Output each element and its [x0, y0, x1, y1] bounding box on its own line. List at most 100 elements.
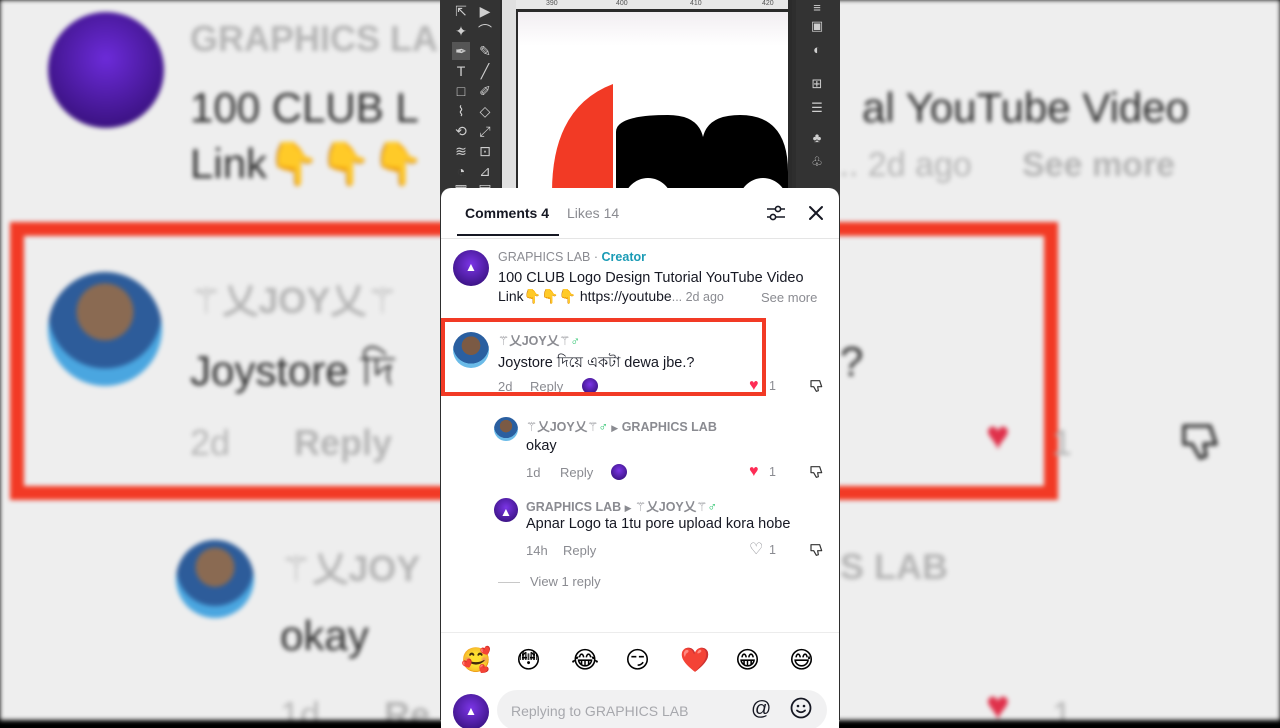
view-replies-label: View 1 reply	[530, 574, 601, 589]
bg-graphics-lab-2: S LAB	[840, 546, 948, 587]
reply-time: 1d	[526, 465, 541, 480]
filter-sliders-icon[interactable]	[764, 201, 788, 225]
emoji-picker-icon[interactable]	[789, 696, 813, 720]
creator-badge: Creator	[601, 250, 646, 264]
sheet-tabs: Comments 4 Likes 14	[441, 188, 839, 239]
male-sign-icon: ♂	[598, 420, 608, 434]
width-tool-icon[interactable]: ≋	[452, 142, 470, 160]
caption-url[interactable]: https://youtube	[580, 288, 672, 304]
creator-avatar[interactable]	[453, 250, 489, 286]
magic-wand-icon[interactable]: ✦	[452, 22, 470, 40]
scale-tool-icon[interactable]: ⤢	[476, 122, 494, 140]
reply-avatar[interactable]	[494, 498, 518, 522]
emoji-quick-bar: 🥰 😳 😂 😏 ❤️ 😁 😅	[441, 632, 839, 689]
bg-like-count: 1	[1052, 422, 1073, 463]
bg-joy-question: ?	[840, 338, 864, 385]
free-transform-icon[interactable]: ⊡	[476, 142, 494, 160]
reply-text: Apnar Logo ta 1tu pore upload kora hobe	[526, 516, 791, 532]
caption-author[interactable]: GRAPHICS LAB · Creator	[498, 250, 646, 264]
direct-selection-icon[interactable]: ▶	[476, 2, 494, 20]
bg-caption-left: 100 CLUB L	[190, 84, 419, 131]
bg-see-more: See more	[1022, 146, 1176, 184]
emoji-grin[interactable]: 😁	[735, 647, 760, 675]
menu-icon[interactable]: ≡	[808, 0, 826, 16]
shape-builder-icon[interactable]: ◔	[452, 162, 470, 180]
rotate-tool-icon[interactable]: ⟲	[452, 122, 470, 140]
like-count: 1	[769, 379, 776, 393]
pen-tool-icon[interactable]: ✒	[452, 42, 470, 60]
tab-comments[interactable]: Comments 4	[465, 205, 549, 221]
eraser-tool-icon[interactable]: ◇	[476, 102, 494, 120]
bg-caption-meta: ... 2d ago	[830, 146, 972, 184]
caption-line-2: Link👇👇👇 https://youtube... 2d ago	[498, 288, 724, 305]
caption-emojis: 👇👇👇	[523, 288, 576, 304]
brush-tool-icon[interactable]: ✐	[476, 82, 494, 100]
bg-joy-name-2: ⚚乂JOY	[280, 548, 421, 589]
my-avatar[interactable]	[453, 694, 489, 728]
dislike-icon[interactable]	[809, 464, 825, 480]
emoji-smiling-hearts[interactable]: 🥰	[461, 647, 491, 675]
perspective-icon[interactable]: ⊿	[476, 162, 494, 180]
pathfinder-icon[interactable]: ◐	[808, 42, 826, 58]
type-tool-icon[interactable]: T	[452, 62, 470, 80]
curvature-icon[interactable]: ✎	[476, 42, 494, 60]
ruler-mark: 410	[690, 0, 702, 7]
reply-to-name: ⚚乂JOY乂⚚	[635, 500, 708, 514]
bg-dislike-icon	[1182, 424, 1218, 460]
reply-author-name: ⚚乂JOY乂⚚	[526, 420, 599, 434]
close-icon[interactable]	[804, 201, 828, 225]
vertical-ruler	[502, 0, 516, 200]
emoji-red-heart[interactable]: ❤️	[680, 647, 710, 675]
reply-time: 14h	[526, 543, 548, 558]
tab-likes[interactable]: Likes 14	[567, 205, 619, 221]
bg-time-2: 1d	[280, 694, 321, 720]
selection-tool-icon[interactable]: ⇱	[452, 2, 470, 20]
brushes-icon[interactable]: ♣	[808, 130, 826, 146]
rectangle-tool-icon[interactable]: □	[452, 82, 470, 100]
artboard[interactable]	[518, 12, 788, 202]
lasso-icon[interactable]: ⌒	[476, 22, 494, 40]
symbols-icon[interactable]: ♧	[808, 154, 826, 170]
reply-avatar[interactable]	[494, 417, 518, 441]
reply-author[interactable]: ⚚乂JOY乂⚚♂ ▶ GRAPHICS LAB	[526, 416, 717, 435]
emoji-tears-of-joy[interactable]: 😂	[571, 647, 599, 675]
bg-caption-right: al YouTube Video	[862, 84, 1189, 131]
dislike-icon[interactable]	[809, 378, 825, 394]
comments-sheet: Comments 4 Likes 14 GRAPHICS LAB · Creat…	[441, 188, 839, 728]
caption-meta: ... 2d ago	[671, 290, 724, 304]
creator-liked-avatar	[611, 464, 627, 480]
reply-input[interactable]: Replying to GRAPHICS LAB @	[497, 690, 827, 728]
reply-button[interactable]: Reply	[563, 543, 596, 558]
view-replies-line	[498, 582, 520, 584]
bg-creator-avatar	[48, 12, 164, 128]
reply-caret-icon: ▶	[624, 503, 632, 513]
bg-creator-name: GRAPHICS LA	[190, 18, 439, 59]
shaper-tool-icon[interactable]: ⌇	[452, 102, 470, 120]
heart-icon[interactable]: ♥	[749, 464, 759, 480]
bg-heart-icon: ♥	[986, 414, 1010, 458]
tools-panel: ⇱ ▶ ✦ ⌒ ✒ ✎ T ╱ □ ✐ ⌇ ◇ ⟲ ⤢ ≋ ⊡ ◔ ⊿ ▦ ▤	[440, 0, 500, 200]
emoji-flushed[interactable]: 😳	[516, 647, 541, 675]
line-tool-icon[interactable]: ╱	[476, 62, 494, 80]
bg-caption-link: Link👇👇👇	[190, 140, 424, 189]
caption-line-1: 100 CLUB Logo Design Tutorial YouTube Vi…	[498, 270, 804, 286]
dislike-icon[interactable]	[809, 542, 825, 558]
heart-outline-icon[interactable]: ♡	[749, 542, 763, 558]
like-count: 1	[769, 465, 776, 479]
bg-link-word: Link	[190, 140, 268, 187]
bg-like-count-2: 1	[1052, 694, 1073, 720]
export-icon[interactable]: ⊞	[808, 76, 826, 92]
bg-joy-text: Joystore দি	[190, 347, 395, 394]
emoji-smirk[interactable]: 😏	[625, 647, 650, 675]
mention-icon[interactable]: @	[751, 698, 771, 721]
view-replies-button[interactable]: View 1 reply	[498, 574, 601, 589]
bg-joy-name: ⚚乂JOY乂⚚	[190, 280, 399, 321]
ruler-mark: 400	[616, 0, 628, 7]
emoji-sweat-smile[interactable]: 😅	[789, 647, 814, 675]
reply-author[interactable]: GRAPHICS LAB ▶ ⚚乂JOY乂⚚♂	[526, 496, 717, 515]
reply-button[interactable]: Reply	[560, 465, 593, 480]
layers-icon[interactable]: ☰	[808, 100, 826, 116]
see-more-link[interactable]: See more	[761, 290, 817, 305]
reply-input-row: Replying to GRAPHICS LAB @	[441, 688, 839, 728]
swatches-icon[interactable]: ▣	[808, 18, 826, 34]
